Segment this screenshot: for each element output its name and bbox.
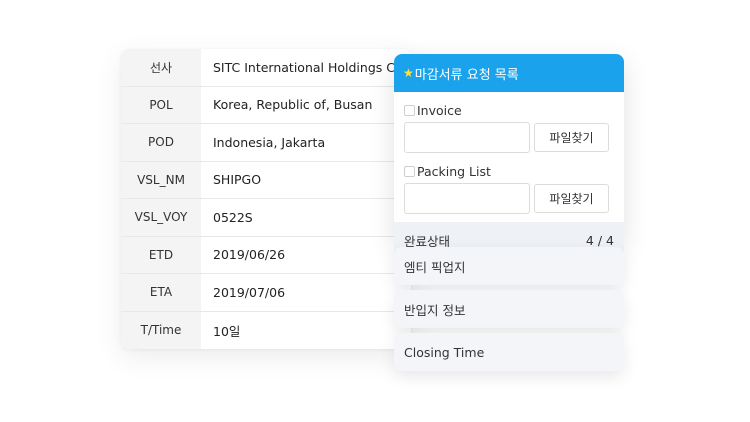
gate-in-info-card[interactable]: 반입지 정보 [394, 290, 624, 328]
shipment-info-table: 선사 SITC International Holdings Co. POL K… [121, 49, 411, 349]
panel-title: 마감서류 요청 목록 [414, 67, 519, 83]
panel-body: Invoice 파일찾기 Packing List 파일찾기 [394, 92, 624, 214]
panel-header: ★ 마감서류 요청 목록 [394, 54, 624, 92]
info-row-vessel-voyage: VSL_VOY 0522S [121, 199, 411, 237]
document-label-text: Packing List [417, 163, 491, 179]
status-value: 4 / 4 [585, 232, 614, 248]
info-label: 선사 [121, 49, 201, 86]
info-value: SHIPGO [213, 172, 262, 188]
info-row-pol: POL Korea, Republic of, Busan [121, 86, 411, 124]
info-row-pod: POD Indonesia, Jakarta [121, 124, 411, 162]
info-value: Indonesia, Jakarta [213, 134, 326, 150]
info-row-etd: ETD 2019/06/26 [121, 236, 411, 274]
info-value: SITC International Holdings Co. [213, 59, 407, 75]
info-label: ETD [121, 236, 201, 273]
info-value: 0522S [213, 209, 253, 225]
file-row: 파일찾기 [404, 122, 614, 153]
card-label: Closing Time [404, 344, 485, 360]
info-row-transit-time: T/Time 10일 [121, 311, 411, 349]
packing-list-browse-button[interactable]: 파일찾기 [534, 184, 609, 213]
card-label: 반입지 정보 [404, 302, 466, 318]
invoice-checkbox[interactable] [404, 104, 415, 116]
invoice-file-input[interactable] [404, 122, 530, 153]
file-row: 파일찾기 [404, 183, 614, 214]
info-label: POL [121, 86, 201, 123]
info-label: POD [121, 124, 201, 161]
info-row-carrier: 선사 SITC International Holdings Co. [121, 49, 411, 87]
info-value: 10일 [213, 323, 241, 339]
closing-time-card[interactable]: Closing Time [394, 333, 624, 371]
info-label: VSL_NM [121, 161, 201, 198]
packing-list-file-input[interactable] [404, 183, 530, 214]
document-label-text: Invoice [417, 102, 462, 118]
info-label: T/Time [121, 311, 201, 349]
document-item-packing-list: Packing List 파일찾기 [404, 161, 614, 214]
info-row-vessel-name: VSL_NM SHIPGO [121, 161, 411, 199]
info-value: Korea, Republic of, Busan [213, 97, 373, 113]
info-row-eta: ETA 2019/07/06 [121, 274, 411, 312]
closing-document-request-panel: ★ 마감서류 요청 목록 Invoice 파일찾기 Packing List 파… [394, 54, 624, 244]
packing-list-checkbox[interactable] [404, 165, 415, 177]
invoice-browse-button[interactable]: 파일찾기 [534, 123, 609, 152]
document-label: Packing List [404, 161, 614, 181]
document-label: Invoice [404, 100, 614, 120]
empty-pickup-card[interactable]: 엠티 픽업지 [394, 247, 624, 285]
info-label: VSL_VOY [121, 199, 201, 236]
info-value: 2019/07/06 [213, 284, 286, 300]
info-label: ETA [121, 274, 201, 311]
star-icon: ★ [403, 66, 414, 80]
info-value: 2019/06/26 [213, 247, 286, 263]
document-item-invoice: Invoice 파일찾기 [404, 100, 614, 153]
card-label: 엠티 픽업지 [404, 259, 466, 275]
